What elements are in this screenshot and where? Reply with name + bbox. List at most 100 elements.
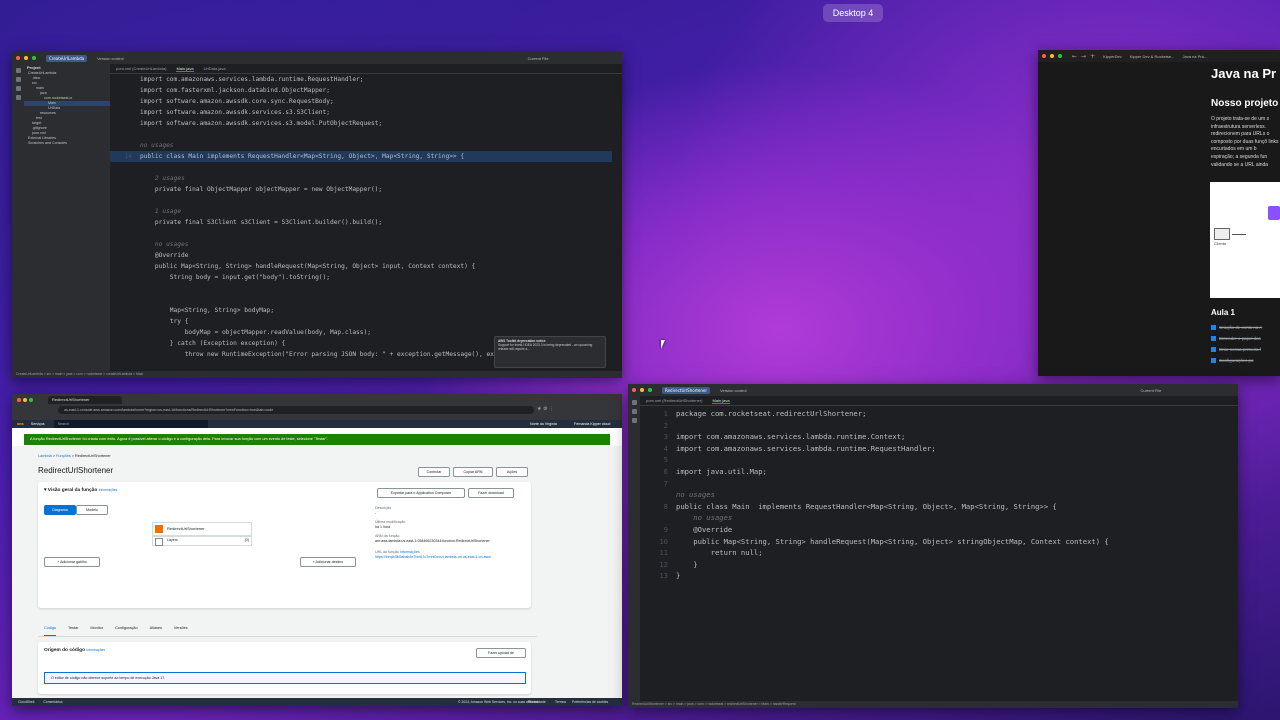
diagram-toggle[interactable]: Diagrama xyxy=(44,505,76,515)
upload-button[interactable]: Fazer upload de xyxy=(476,648,526,658)
tab-main-java[interactable]: Main.java xyxy=(176,66,194,72)
code-line[interactable]: String body = input.get("body").toString… xyxy=(110,272,612,283)
commit-tool-icon[interactable] xyxy=(15,77,21,82)
back-arrow-icon[interactable]: ← xyxy=(1072,53,1077,60)
maximize-window-icon[interactable] xyxy=(1058,54,1062,58)
tab-versions[interactable]: Versões xyxy=(174,626,188,636)
tab-aliases[interactable]: Aliases xyxy=(150,626,162,636)
download-button[interactable]: Fazer download xyxy=(468,488,514,498)
checkbox-checked-icon[interactable] xyxy=(1211,325,1216,331)
template-toggle[interactable]: Modelo xyxy=(76,505,108,515)
notes-tab-rocketseat[interactable]: Kipper Dev & Rocketse... xyxy=(1130,54,1175,59)
structure-tool-icon[interactable] xyxy=(15,86,21,91)
close-window-icon[interactable] xyxy=(1042,54,1046,58)
browser-tab-lambda[interactable]: RedirectUrlShortener xyxy=(48,396,122,404)
vcs-menu[interactable]: Version control xyxy=(720,388,746,393)
add-destination-button[interactable]: + Adicionar destino xyxy=(300,557,356,567)
code-line[interactable]: no usages xyxy=(110,239,612,250)
code-line[interactable]: 1 usage xyxy=(110,206,612,217)
project-switcher[interactable]: RedirectUrlShortener xyxy=(662,386,711,394)
code-line[interactable]: import com.amazonaws.services.lambda.run… xyxy=(110,74,612,85)
terms-link[interactable]: Termos xyxy=(555,698,566,706)
tree-item[interactable]: Scratches and Consoles xyxy=(24,141,110,146)
arn-value[interactable]: arn:aws:lambda:us-east-1:058466230344:fu… xyxy=(375,539,525,544)
forward-arrow-icon[interactable]: → xyxy=(1081,53,1086,60)
code-line[interactable] xyxy=(110,283,612,294)
code-line[interactable] xyxy=(110,294,612,305)
minimize-window-icon[interactable] xyxy=(640,388,644,392)
tab-code[interactable]: Código xyxy=(44,626,57,636)
code-line[interactable] xyxy=(110,129,612,140)
tab-pom[interactable]: pom.xml (RedirectUrlShortener) xyxy=(646,398,702,403)
code-editor[interactable]: 1 package com.rocketseat.redirectUrlShort… xyxy=(640,408,1228,701)
function-url-link[interactable]: https://lreqlb3ib5abab4e7hm67u7rnhi0xmzi… xyxy=(375,555,525,560)
code-line[interactable]: 6 import java.util.Map; xyxy=(640,466,1228,478)
cookie-prefs-link[interactable]: Preferências de cookies xyxy=(572,698,608,706)
code-line[interactable]: import software.amazon.awssdk.core.sync.… xyxy=(110,96,612,107)
privacy-link[interactable]: Privacidade xyxy=(528,698,546,706)
aws-logo[interactable]: aws xyxy=(17,422,24,426)
checkbox-checked-icon[interactable] xyxy=(1211,347,1216,353)
services-menu[interactable]: Serviços xyxy=(31,422,45,426)
notes-tab-kipperdev[interactable]: KipperDev xyxy=(1103,54,1122,59)
checklist-item[interactable]: Criar nossa primeira f xyxy=(1211,344,1280,355)
code-line[interactable]: 4 import com.amazonaws.services.lambda.ru… xyxy=(640,443,1228,455)
code-line[interactable]: import software.amazon.awssdk.services.s… xyxy=(110,118,612,129)
cloudshell-link[interactable]: CloudShell xyxy=(18,700,34,704)
code-editor[interactable]: import com.amazonaws.services.lambda.run… xyxy=(110,74,612,371)
code-line[interactable]: 14 public class Main implements RequestHa… xyxy=(110,151,612,162)
maximize-window-icon[interactable] xyxy=(648,388,652,392)
code-line[interactable]: no usages xyxy=(110,140,612,151)
code-line[interactable]: private final S3Client s3Client = S3Clie… xyxy=(110,217,612,228)
code-line[interactable]: try { xyxy=(110,316,612,327)
region-selector[interactable]: Norte da Virgínia xyxy=(530,420,557,428)
code-line[interactable]: 12 } xyxy=(640,559,1228,571)
code-line[interactable]: import software.amazon.awssdk.services.s… xyxy=(110,107,612,118)
code-line[interactable]: 11 return null; xyxy=(640,547,1228,559)
function-node[interactable]: RedirectUrlShortener xyxy=(152,522,252,536)
feedback-link[interactable]: Comentários xyxy=(43,700,62,704)
code-line[interactable] xyxy=(110,195,612,206)
code-line[interactable]: 9 @Override xyxy=(640,524,1228,536)
address-bar[interactable]: us-east-1.console.aws.amazon.com/lambda/… xyxy=(58,406,534,414)
breadcrumb-lambda[interactable]: Lambda xyxy=(38,454,52,458)
code-line[interactable]: private final ObjectMapper objectMapper … xyxy=(110,184,612,195)
export-composer-button[interactable]: Exportar para o Application Composer xyxy=(377,488,465,498)
notes-tab-java[interactable]: Java na Prá... xyxy=(1182,54,1207,59)
close-window-icon[interactable] xyxy=(632,388,636,392)
more-tools-icon[interactable] xyxy=(15,95,21,100)
code-line[interactable]: 2 usages xyxy=(110,173,612,184)
overview-title[interactable]: ▾ Visão geral da função Informações xyxy=(44,488,117,493)
extensions-icon[interactable]: ★ ⚙ ⋮ xyxy=(537,406,554,412)
project-tool-icon[interactable] xyxy=(631,400,637,405)
code-line[interactable]: public Map<String, String> handleRequest… xyxy=(110,261,612,272)
checklist-item[interactable]: Configurações pa xyxy=(1211,355,1280,366)
close-window-icon[interactable] xyxy=(16,56,20,60)
maximize-window-icon[interactable] xyxy=(29,398,33,402)
checklist-item[interactable]: Entender o papel das xyxy=(1211,333,1280,344)
code-line[interactable]: 1 package com.rocketseat.redirectUrlShort… xyxy=(640,408,1228,420)
minimize-window-icon[interactable] xyxy=(23,398,27,402)
maximize-window-icon[interactable] xyxy=(32,56,36,60)
throttle-button[interactable]: Controlar xyxy=(418,467,450,477)
tab-configuration[interactable]: Configuração xyxy=(115,626,138,636)
code-line[interactable]: no usages xyxy=(640,512,1228,524)
code-line[interactable]: 7 xyxy=(640,478,1228,490)
aws-search-input[interactable]: Search xyxy=(53,420,208,428)
breadcrumb-functions[interactable]: Funções xyxy=(56,454,71,458)
code-line[interactable]: no usages xyxy=(640,489,1228,501)
code-line[interactable] xyxy=(110,228,612,239)
code-line[interactable]: @Override xyxy=(110,250,612,261)
close-window-icon[interactable] xyxy=(17,398,21,402)
code-line[interactable]: Map<String, String> bodyMap; xyxy=(110,305,612,316)
run-config[interactable]: Current File xyxy=(528,56,549,61)
checklist-item[interactable]: Criação de conta na A xyxy=(1211,322,1280,333)
actions-button[interactable]: Ações xyxy=(496,467,528,477)
aws-toolkit-notification[interactable]: AWS Toolkit deprecation notice Support f… xyxy=(494,336,606,368)
checkbox-checked-icon[interactable] xyxy=(1211,358,1216,364)
add-trigger-button[interactable]: + Adicionar gatilho xyxy=(44,557,100,567)
tab-urldata-java[interactable]: UrlData.java xyxy=(204,66,226,71)
code-line[interactable]: 13} xyxy=(640,570,1228,582)
tab-test[interactable]: Testar xyxy=(68,626,78,636)
vcs-menu[interactable]: Version control xyxy=(97,56,123,61)
